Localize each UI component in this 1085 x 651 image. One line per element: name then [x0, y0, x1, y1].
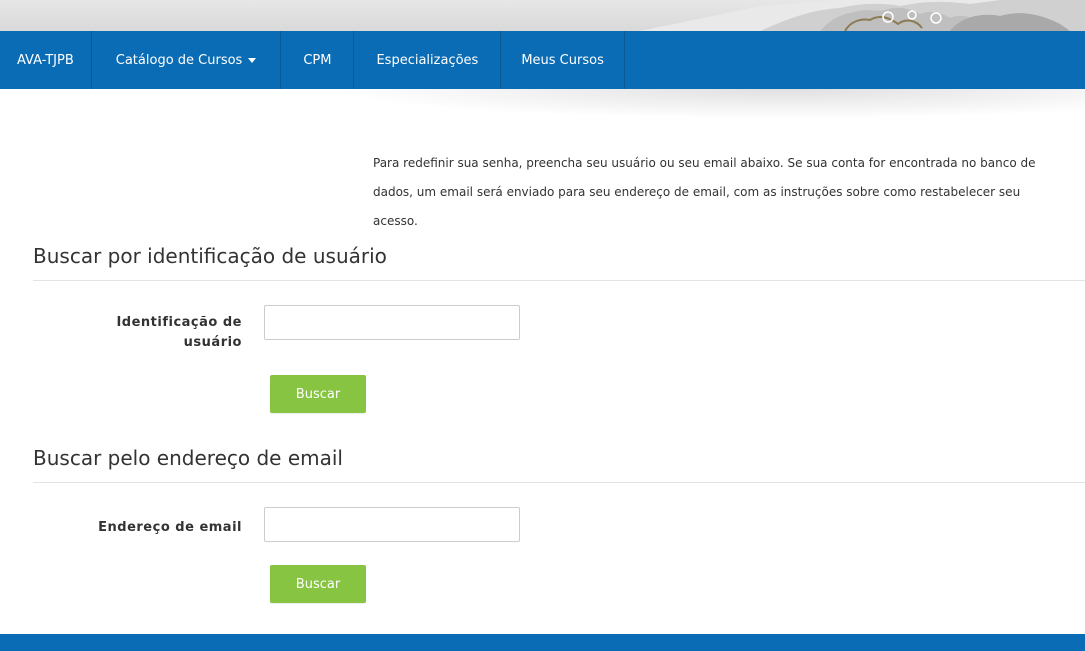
section-divider	[33, 280, 1085, 281]
username-label-line1: Identificação de	[116, 315, 242, 330]
nav-item-label: AVA-TJPB	[17, 52, 74, 68]
search-email-button[interactable]: Buscar	[270, 565, 366, 603]
caret-down-icon	[248, 58, 257, 63]
nav-item-especializacoes[interactable]: Especializações	[354, 31, 502, 89]
nav-item-label: Catálogo de Cursos	[115, 52, 243, 68]
email-section-title: Buscar pelo endereço de email	[33, 446, 343, 470]
nav-item-label: Especializações	[376, 52, 479, 68]
header-banner	[0, 0, 1085, 31]
username-label-line2: usuário	[183, 335, 242, 350]
username-label: Identificação de usuário	[116, 313, 242, 353]
banner-ornament-icon	[640, 0, 1085, 31]
email-label: Endereço de email	[98, 520, 242, 535]
page: AVA-TJPB Catálogo de Cursos CPM Especial…	[0, 0, 1085, 651]
section-divider	[33, 482, 1085, 483]
main-navbar: AVA-TJPB Catálogo de Cursos CPM Especial…	[0, 31, 1085, 89]
search-username-button[interactable]: Buscar	[270, 375, 366, 413]
nav-item-meus-cursos[interactable]: Meus Cursos	[501, 31, 625, 89]
nav-item-label: CPM	[303, 52, 332, 68]
email-input[interactable]	[264, 507, 520, 542]
username-section-title: Buscar por identificação de usuário	[33, 244, 387, 268]
footer-bar	[0, 634, 1085, 651]
username-input[interactable]	[264, 305, 520, 340]
navbar-shadow	[330, 89, 1085, 119]
nav-item-catalogo-de-cursos[interactable]: Catálogo de Cursos	[92, 31, 282, 89]
instructions-text: Para redefinir sua senha, preencha seu u…	[373, 156, 1036, 228]
nav-item-cpm[interactable]: CPM	[281, 31, 355, 89]
nav-item-label: Meus Cursos	[521, 52, 604, 68]
nav-item-ava-tjpb[interactable]: AVA-TJPB	[0, 31, 92, 89]
